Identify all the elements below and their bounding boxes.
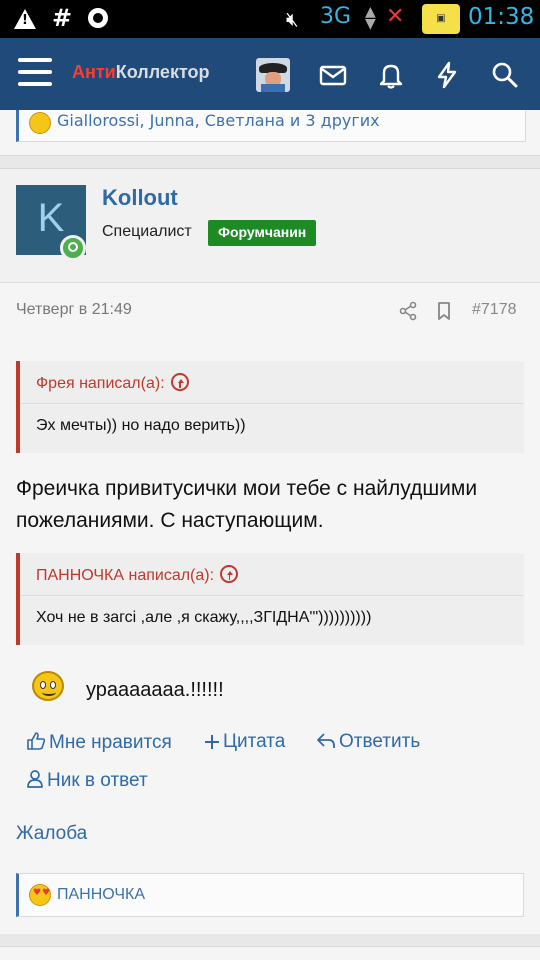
quote-author: ПАННОЧКА написал(а): [36, 567, 215, 584]
bolt-icon[interactable] [432, 60, 462, 90]
username[interactable]: Kollout [102, 185, 178, 211]
quote-header[interactable]: ПАННОЧКА написал(а): [36, 565, 239, 585]
bell-icon[interactable] [376, 60, 406, 90]
status-bar: ! # 🔇︎ 3G ▲ ▼ ✕ ▣ 01:38 [0, 0, 540, 38]
no-signal-icon: ✕ [386, 4, 405, 29]
quote-block: ПАННОЧКА написал(а): Хоч не в загсі ,але… [16, 553, 524, 645]
clock: 01:38 [468, 4, 535, 30]
signal-arrows-icon: ▲ ▼ [365, 4, 376, 32]
quote-text: Хоч не в загсі ,але ,я скажу,,,,ЗГІДНА'"… [36, 609, 372, 626]
previous-post-footer: Giallorossi, Junna, Светлана и 3 других [0, 110, 540, 156]
post-message: Фреичка привитусички мои тебе с найлудши… [16, 477, 478, 532]
forum-post: K Kollout Специалист Форумчанин Четверг … [0, 168, 540, 934]
quote-button[interactable]: Цитата [204, 731, 285, 753]
app-notification-icon: ▣ [422, 4, 460, 34]
online-status-icon [60, 235, 86, 261]
user-avatar[interactable] [256, 58, 290, 92]
like-label: Мне нравится [49, 732, 172, 753]
post-date[interactable]: Четверг в 21:49 [16, 301, 132, 319]
divider [20, 403, 524, 404]
logo-part-1: Анти [72, 62, 116, 82]
mute-icon: 🔇︎ [286, 7, 299, 31]
post-user-header: K Kollout Специалист Форумчанин [0, 169, 540, 283]
laugh-emoji-icon [29, 112, 51, 134]
network-type: 3G [320, 4, 352, 29]
hash-icon: # [52, 4, 73, 32]
next-post-edge [0, 946, 540, 960]
quote-author: Фрея написал(а): [36, 375, 165, 392]
user-banner: Форумчанин [208, 220, 317, 246]
reactions-list[interactable]: Giallorossi, Junna, Светлана и 3 других [57, 111, 380, 130]
reactions-list[interactable]: ПАННОЧКА [57, 886, 145, 904]
reactions-bar[interactable]: ♥ ♥ ПАННОЧКА [16, 873, 524, 917]
thumbs-up-icon [27, 732, 46, 750]
share-icon[interactable] [398, 301, 418, 321]
reply-button[interactable]: Ответить [316, 731, 420, 753]
arrow-up-circle-icon[interactable] [170, 373, 189, 391]
mention-label: Ник в ответ [47, 770, 148, 791]
smiley-text: урааааааа.!!!!!! [86, 679, 224, 701]
quote-header[interactable]: Фрея написал(а): [36, 373, 189, 393]
post-number[interactable]: #7178 [472, 301, 517, 319]
smiley-emoji-icon [32, 671, 64, 701]
site-logo[interactable]: АнтиКоллектор [72, 62, 210, 83]
reply-label: Ответить [339, 731, 421, 752]
warning-mark: ! [22, 13, 28, 28]
report-link[interactable]: Жалоба [16, 823, 87, 845]
mention-button[interactable]: Ник в ответ [26, 769, 148, 792]
quote-label: Цитата [223, 731, 286, 752]
mail-icon[interactable] [318, 60, 348, 90]
quote-text: Эх мечты)) но надо верить)) [36, 417, 246, 434]
top-navbar: АнтиКоллектор [0, 38, 540, 110]
user-icon [27, 770, 43, 788]
bookmark-icon[interactable] [434, 301, 454, 321]
divider [20, 595, 524, 596]
key-icon [88, 8, 108, 28]
like-button[interactable]: Мне нравится [26, 731, 172, 754]
quote-block: Фрея написал(а): Эх мечты)) но надо вери… [16, 361, 524, 453]
menu-icon[interactable] [18, 58, 52, 88]
logo-part-2: Коллектор [115, 62, 210, 82]
arrow-up-circle-icon[interactable] [220, 565, 239, 583]
reply-arrow-icon [317, 733, 335, 748]
user-title: Специалист [102, 223, 192, 240]
reactions-bar[interactable]: Giallorossi, Junna, Светлана и 3 других [16, 110, 526, 142]
search-icon[interactable] [490, 60, 520, 90]
heart-eyes-emoji-icon: ♥ ♥ [29, 884, 51, 906]
plus-icon [205, 735, 219, 749]
